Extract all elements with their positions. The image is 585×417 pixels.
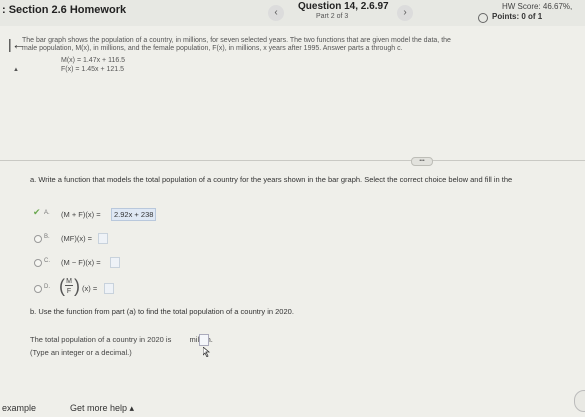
option-a-answer[interactable]: 2.92x + 238 [111, 208, 157, 221]
part-b-prompt: b. Use the function from part (a) to fin… [30, 307, 294, 316]
previous-question-button[interactable]: ‹ [268, 5, 284, 21]
radio-button[interactable] [34, 235, 42, 243]
hw-score: HW Score: 46.67%, [502, 2, 573, 11]
next-question-button[interactable]: › [397, 5, 413, 21]
option-expression: (x) = [82, 284, 98, 293]
chevron-right-icon: › [403, 7, 407, 18]
part-b-prefix: The total population of a country in 202… [30, 335, 172, 344]
option-expression: (MF)(x) = [61, 234, 93, 243]
fraction-denominator: F [66, 288, 72, 295]
problem-line-2: male population, M(x), in millions, and … [22, 45, 403, 52]
chevron-left-icon: ‹ [274, 7, 278, 18]
view-example-button[interactable]: example [2, 403, 36, 413]
problem-text: The bar graph shows the population of a … [22, 37, 567, 53]
radio-button[interactable] [34, 259, 42, 267]
part-b-hint: (Type an integer or a decimal.) [30, 348, 132, 357]
option-b-answer-field[interactable] [98, 233, 108, 244]
points-label: Points: 0 of 1 [492, 12, 543, 21]
side-scroll-handle[interactable] [574, 390, 585, 412]
question-title: Question 14, 2.6.97 [298, 1, 389, 12]
points-status-icon [478, 13, 488, 23]
mouse-cursor-icon [203, 347, 211, 357]
right-paren: ) [74, 276, 80, 296]
radio-button[interactable] [34, 285, 42, 293]
section-title: : Section 2.6 Homework [2, 4, 127, 16]
scroll-mark-icon: ▲ [13, 67, 19, 73]
option-letter: A. [44, 210, 50, 216]
expand-more-button[interactable]: ••• [411, 157, 433, 166]
question-part: Part 2 of 3 [316, 13, 349, 20]
divider [0, 160, 585, 161]
population-answer-input[interactable] [199, 334, 209, 346]
option-letter: C. [44, 258, 50, 264]
get-more-help-button[interactable]: Get more help ▴ [70, 403, 134, 414]
part-a-prompt: a. Write a function that models the tota… [30, 175, 513, 184]
option-expression: (M + F)(x) = [61, 210, 101, 219]
female-function: F(x) = 1.45x + 121.5 [61, 66, 125, 73]
part-b-answer-line: The total population of a country in 202… [30, 335, 213, 344]
option-letter: B. [44, 234, 50, 240]
problem-line-1: The bar graph shows the population of a … [22, 37, 451, 44]
option-letter: D. [44, 284, 50, 290]
option-c-answer-field[interactable] [110, 257, 120, 268]
option-expression: (M − F)(x) = [61, 258, 101, 267]
correct-check-icon: ✔ [33, 207, 41, 217]
male-function: M(x) = 1.47x + 116.5 [61, 57, 126, 64]
fraction-numerator: M [65, 278, 73, 286]
option-d-answer-field[interactable] [104, 283, 114, 294]
